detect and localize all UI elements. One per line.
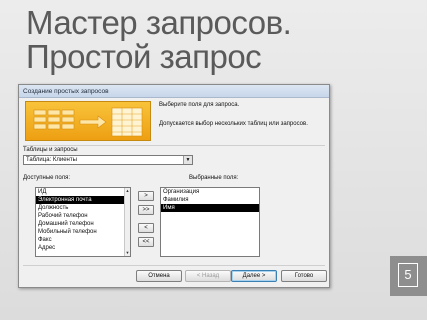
slide-title: Мастер запросов. Простой запрос <box>26 6 406 74</box>
remove-all-fields-button[interactable]: << <box>138 237 154 247</box>
list-item[interactable]: Факс <box>36 236 130 244</box>
list-item[interactable]: Должность <box>36 204 130 212</box>
list-item[interactable]: Мобильный телефон <box>36 228 130 236</box>
tables-select-value: Таблица: Клиенты <box>26 157 77 163</box>
chevron-down-icon[interactable]: ▼ <box>183 156 192 164</box>
cancel-button[interactable]: Отмена <box>136 270 182 282</box>
instruction-hint: Допускается выбор нескольких таблиц или … <box>159 121 308 127</box>
list-item[interactable]: Домашний телефон <box>36 220 130 228</box>
tables-select[interactable]: Таблица: Клиенты ▼ <box>23 155 193 165</box>
divider <box>23 265 325 266</box>
back-button[interactable]: < Назад <box>185 270 231 282</box>
selected-fields-label: Выбранные поля: <box>189 175 239 181</box>
list-item[interactable]: Рабочий телефон <box>36 212 130 220</box>
add-all-fields-button[interactable]: >> <box>138 205 154 215</box>
tables-label: Таблицы и запросы <box>23 147 78 153</box>
remove-field-button[interactable]: < <box>138 223 154 233</box>
scroll-down-icon[interactable]: ▼ <box>125 250 130 256</box>
query-wizard-dialog: Создание простых запросов Выберите поля … <box>18 84 330 288</box>
instruction-text: Выберите поля для запроса. <box>159 102 240 108</box>
list-item[interactable]: Фамилия <box>161 196 259 204</box>
slide-title-line2: Простой запрос <box>26 38 262 75</box>
list-item[interactable]: ИД <box>36 188 130 196</box>
list-item[interactable]: Адрес <box>36 244 130 252</box>
divider <box>23 145 325 146</box>
list-item[interactable]: Имя <box>161 204 259 212</box>
vertical-scrollbar[interactable]: ▲ ▼ <box>124 188 130 256</box>
wizard-illustration-icon <box>25 101 151 141</box>
finish-button[interactable]: Готово <box>281 270 327 282</box>
dialog-title-bar: Создание простых запросов <box>19 85 329 98</box>
list-item[interactable]: Электронная почта <box>36 196 130 204</box>
selected-fields-list[interactable]: Организация Фамилия Имя <box>160 187 260 257</box>
add-field-button[interactable]: > <box>138 191 154 201</box>
next-button[interactable]: Далее > <box>231 270 277 282</box>
page-number: 5 <box>398 263 418 287</box>
scroll-up-icon[interactable]: ▲ <box>125 188 130 194</box>
slide-title-line1: Мастер запросов. <box>26 4 292 41</box>
list-item[interactable]: Организация <box>161 188 259 196</box>
available-fields-list[interactable]: ИД Электронная почта Должность Рабочий т… <box>35 187 131 257</box>
available-fields-label: Доступные поля: <box>23 175 71 181</box>
